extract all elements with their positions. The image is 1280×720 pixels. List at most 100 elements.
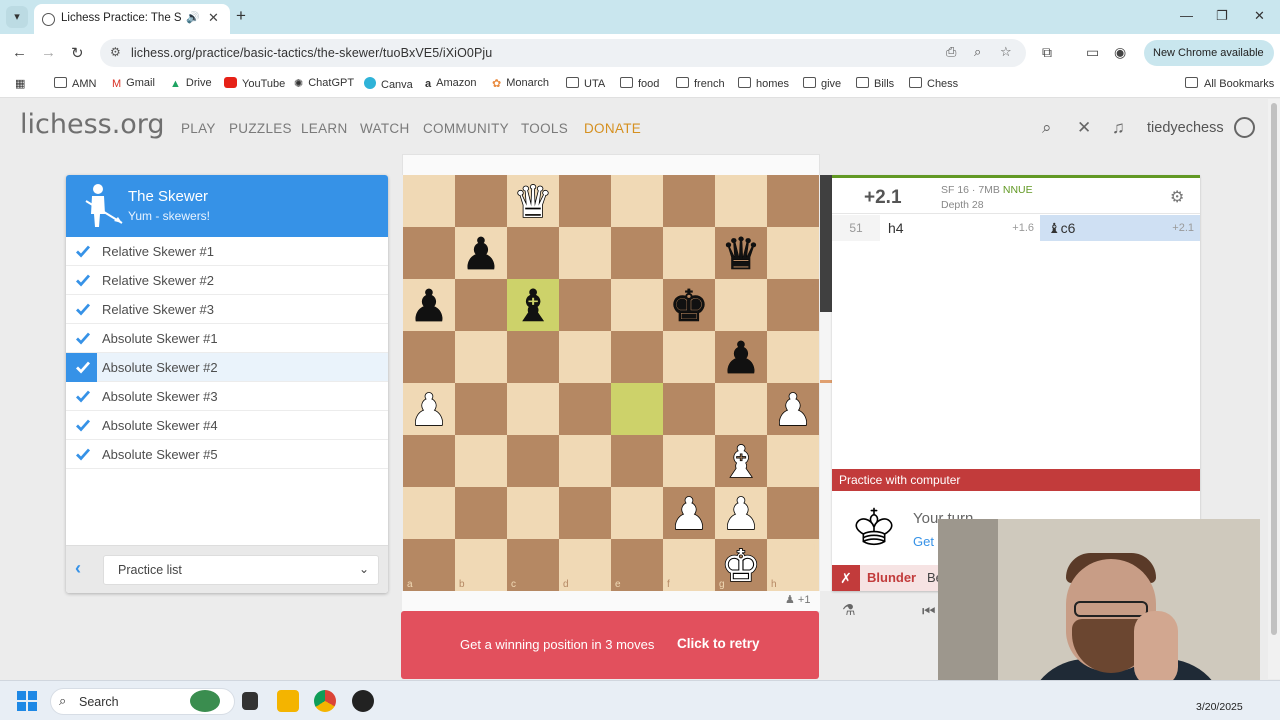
widgets-icon[interactable] <box>190 690 220 712</box>
black-pawn-piece[interactable]: ♟ <box>721 333 761 385</box>
white-king-piece[interactable]: ♚ <box>720 540 761 591</box>
nav-puzzles[interactable]: PUZZLES <box>229 121 292 136</box>
lesson-item[interactable]: Absolute Skewer #1 <box>66 324 388 353</box>
bookmark-chatgpt[interactable]: ✺ ChatGPT <box>294 77 354 90</box>
square-b6[interactable] <box>455 279 507 331</box>
lesson-item[interactable]: Absolute Skewer #4 <box>66 411 388 440</box>
notification-bell-icon[interactable]: ♫ <box>1112 118 1125 138</box>
square-c7[interactable] <box>507 227 559 279</box>
lesson-item[interactable]: Relative Skewer #1 <box>66 237 388 266</box>
square-c3[interactable] <box>507 435 559 487</box>
user-avatar-icon[interactable] <box>1234 117 1255 138</box>
all-bookmarks[interactable]: All Bookmarks <box>1185 77 1274 90</box>
close-window-icon[interactable]: ✕ <box>1254 8 1265 24</box>
bookmark-food[interactable]: food <box>620 77 659 90</box>
black-pawn-piece[interactable]: ♟ <box>461 229 501 281</box>
bookmark-french[interactable]: french <box>676 77 725 90</box>
bookmark-canva[interactable]: Canva <box>364 77 413 91</box>
square-g8[interactable] <box>715 175 767 227</box>
retry-link[interactable]: Click to retry <box>677 636 760 651</box>
bookmark-gmail[interactable]: M Gmail <box>112 77 155 90</box>
bookmark-star-icon[interactable]: ☆ <box>1000 44 1012 60</box>
site-info-icon[interactable]: ⚙ <box>110 45 121 59</box>
square-d4[interactable] <box>559 383 611 435</box>
square-d6[interactable] <box>559 279 611 331</box>
square-g6[interactable] <box>715 279 767 331</box>
bookmark-uta[interactable]: UTA <box>566 77 605 90</box>
nav-tools[interactable]: TOOLS <box>521 121 568 136</box>
tab-search-button[interactable]: ▾ <box>6 6 28 28</box>
extensions-icon[interactable]: ⧉ <box>1042 44 1052 61</box>
white-pawn-piece[interactable]: ♟ <box>408 384 449 437</box>
back-icon[interactable]: ← <box>12 44 27 61</box>
square-f4[interactable] <box>663 383 715 435</box>
square-g4[interactable] <box>715 383 767 435</box>
black-bishop-piece[interactable]: ♝ <box>513 281 553 333</box>
nav-donate[interactable]: DONATE <box>584 121 641 136</box>
username[interactable]: tiedyechess <box>1147 120 1224 136</box>
forward-icon[interactable]: → <box>41 44 56 61</box>
lesson-item[interactable]: Absolute Skewer #2 <box>66 353 388 382</box>
bookmark-chess[interactable]: Chess <box>909 77 958 90</box>
nav-watch[interactable]: WATCH <box>360 121 410 136</box>
square-e7[interactable] <box>611 227 663 279</box>
lesson-item[interactable]: Absolute Skewer #5 <box>66 440 388 469</box>
chess-board[interactable]: 87654321a b c d e f g h♛♟ ♛♟ ♝ ♚♟♟ ♟♝♟ ♟♚ <box>403 175 819 591</box>
square-e2[interactable] <box>611 487 663 539</box>
square-b3[interactable] <box>455 435 507 487</box>
square-f7[interactable] <box>663 227 715 279</box>
apps-grid-icon[interactable]: ▦ <box>15 77 25 90</box>
practice-list-select[interactable]: Practice list ⌄ <box>103 555 379 585</box>
cast-icon[interactable]: ▭ <box>1086 44 1099 61</box>
black-queen-piece[interactable]: ♛ <box>721 229 761 281</box>
speaker-icon[interactable]: 🔊 <box>186 11 200 24</box>
square-b4[interactable] <box>455 383 507 435</box>
square-f3[interactable] <box>663 435 715 487</box>
challenge-swords-icon[interactable]: ✕ <box>1077 118 1091 138</box>
windows-start-icon[interactable] <box>17 691 37 711</box>
square-e4[interactable] <box>611 383 663 435</box>
white-move[interactable]: h4 +1.6 <box>880 215 1040 241</box>
square-b2[interactable] <box>455 487 507 539</box>
lesson-item[interactable]: Relative Skewer #3 <box>66 295 388 324</box>
square-a2[interactable] <box>403 487 455 539</box>
omnibox[interactable]: ⚙ lichess.org/practice/basic-tactics/the… <box>100 39 1026 67</box>
square-f1[interactable] <box>663 539 715 591</box>
restore-icon[interactable]: ❐ <box>1216 8 1228 24</box>
square-b8[interactable] <box>455 175 507 227</box>
bookmark-amn[interactable]: AMN <box>54 77 96 90</box>
chrome-icon[interactable] <box>314 690 336 712</box>
square-a5[interactable] <box>403 331 455 383</box>
bookmark-bills[interactable]: Bills <box>856 77 894 90</box>
microscope-icon[interactable]: ⚗ <box>842 601 855 619</box>
black-king-piece[interactable]: ♚ <box>669 281 709 333</box>
bookmark-give[interactable]: give <box>803 77 841 90</box>
white-bishop-piece[interactable]: ♝ <box>720 436 761 489</box>
nav-community[interactable]: COMMUNITY <box>423 121 509 136</box>
back-chevron-icon[interactable]: ‹ <box>75 558 81 579</box>
square-f5[interactable] <box>663 331 715 383</box>
square-b5[interactable] <box>455 331 507 383</box>
square-a7[interactable] <box>403 227 455 279</box>
white-pawn-piece[interactable]: ♟ <box>720 488 761 541</box>
square-e3[interactable] <box>611 435 663 487</box>
site-logo[interactable]: lichess.org <box>20 109 165 140</box>
square-e6[interactable] <box>611 279 663 331</box>
browser-tab[interactable]: Lichess Practice: The Skewer 🔊 ✕ <box>34 4 230 34</box>
install-app-icon[interactable]: ⎙ <box>946 44 956 60</box>
black-pawn-piece[interactable]: ♟ <box>409 281 449 333</box>
minimize-icon[interactable]: — <box>1180 8 1193 23</box>
get-hint-link[interactable]: Get <box>913 534 934 549</box>
close-tab-icon[interactable]: ✕ <box>208 10 219 26</box>
retry-banner[interactable]: Get a winning position in 3 moves Click … <box>401 611 819 679</box>
square-c5[interactable] <box>507 331 559 383</box>
square-f8[interactable] <box>663 175 715 227</box>
bookmark-homes[interactable]: homes <box>738 77 789 90</box>
bookmark-youtube[interactable]: YouTube <box>224 77 285 90</box>
black-move[interactable]: ♝c6 +2.1 <box>1040 215 1200 241</box>
bookmark-monarch[interactable]: ✿ Monarch <box>492 77 549 90</box>
file-explorer-icon[interactable] <box>277 690 299 712</box>
profile-avatar-icon[interactable]: ◉ <box>1114 44 1126 61</box>
search-icon[interactable]: ⌕ <box>1042 118 1052 138</box>
nav-learn[interactable]: LEARN <box>301 121 348 136</box>
